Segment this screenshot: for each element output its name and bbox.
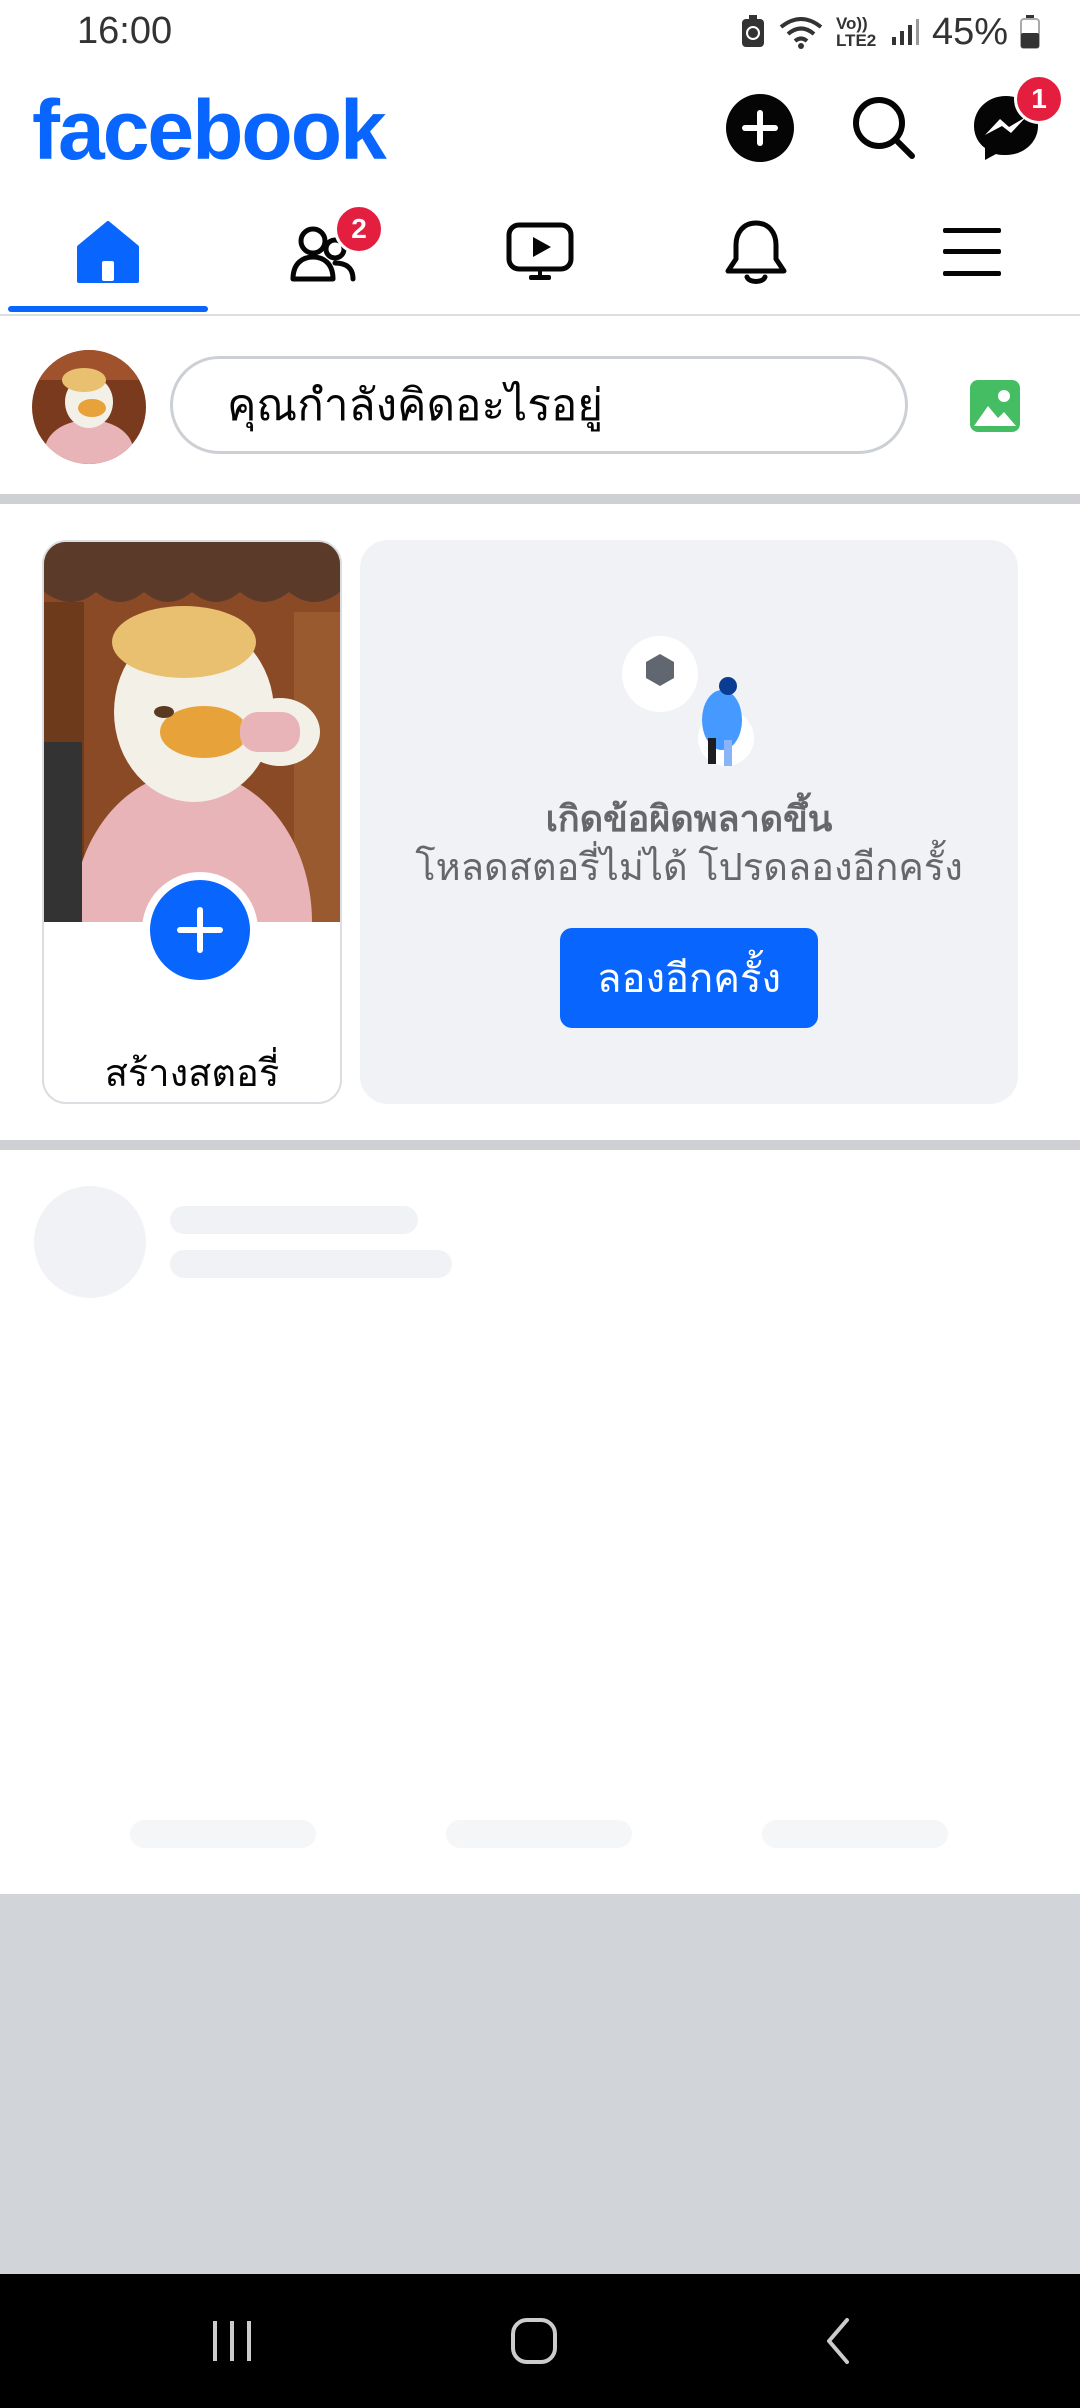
home-icon: [77, 221, 139, 283]
composer-input[interactable]: คุณกำลังคิดอะไรอยู่: [170, 356, 908, 454]
create-story-label: สร้างสตอรี่: [104, 1053, 280, 1095]
skeleton-avatar: [34, 1186, 146, 1298]
back-icon: [827, 2318, 849, 2364]
recent-apps-icon: [213, 2321, 251, 2361]
photo-button[interactable]: [968, 376, 1022, 436]
photo-icon: [970, 380, 1020, 432]
plus-icon: [177, 907, 223, 953]
tab-home[interactable]: [0, 192, 216, 312]
search-icon: [853, 97, 915, 159]
create-story-card[interactable]: สร้างสตอรี่: [42, 540, 342, 1104]
skeleton-line: [170, 1206, 418, 1234]
messenger-badge: 1: [1014, 74, 1064, 124]
recycle-icon: [741, 15, 764, 47]
post-composer: คุณกำลังคิดอะไรอยู่: [0, 316, 1080, 494]
stories-section: สร้างสตอรี่ เกิดข้อผิดพลาดขึ้น โหลดสตอรี…: [0, 504, 1080, 1140]
avatar-image: [32, 350, 146, 464]
status-time: 16:00: [77, 10, 173, 52]
tab-friends[interactable]: 2: [216, 192, 432, 312]
stories-error-card: เกิดข้อผิดพลาดขึ้น โหลดสตอรี่ไม่ได้ โปรด…: [360, 540, 1018, 1104]
create-story-plus-button[interactable]: [142, 872, 258, 988]
skeleton-line: [170, 1250, 452, 1278]
search-button[interactable]: [842, 86, 926, 170]
friends-badge: 2: [334, 204, 384, 254]
story-profile-image: [44, 542, 340, 922]
error-subtitle: โหลดสตอรี่ไม่ได้ โปรดลองอีกครั้ง: [415, 847, 963, 889]
avatar[interactable]: [32, 350, 146, 464]
error-illustration: [622, 636, 754, 766]
skeleton-action: [130, 1820, 316, 1848]
tab-bar: 2: [0, 192, 1080, 316]
home-button[interactable]: [474, 2304, 594, 2378]
back-button[interactable]: [778, 2304, 898, 2378]
wifi-icon: [779, 17, 823, 49]
status-bar: 16:00 Vo)) LTE2 45%: [0, 0, 1080, 64]
create-button[interactable]: [718, 86, 802, 170]
recent-apps-button[interactable]: [172, 2304, 292, 2378]
section-divider: [0, 494, 1080, 504]
tab-video[interactable]: [432, 192, 648, 312]
loading-post-skeleton: [0, 1150, 1080, 1894]
home-circle-icon: [511, 2318, 557, 2364]
skeleton-action: [446, 1820, 632, 1848]
menu-icon: [943, 228, 1001, 276]
section-divider-2: [0, 1140, 1080, 1150]
skeleton-action: [762, 1820, 948, 1848]
status-icons: Vo)) LTE2 45%: [740, 10, 1040, 54]
battery-percent: 45%: [931, 10, 1008, 53]
tab-notifications[interactable]: [648, 192, 864, 312]
network-label: Vo)) LTE2: [835, 14, 877, 50]
bell-icon: [725, 220, 787, 284]
video-icon: [506, 222, 574, 280]
messenger-button[interactable]: 1: [964, 74, 1064, 170]
add-icon: [726, 94, 794, 162]
retry-button[interactable]: ลองอีกครั้ง: [560, 928, 818, 1028]
battery-icon: [1020, 15, 1040, 49]
system-nav-bar: [0, 2274, 1080, 2408]
app-header: facebook 1: [0, 64, 1080, 192]
facebook-logo[interactable]: facebook: [32, 82, 387, 179]
signal-icon: [891, 19, 919, 45]
tab-menu[interactable]: [864, 192, 1080, 312]
tab-active-indicator: [8, 306, 208, 312]
feed-background: [0, 1894, 1080, 2274]
